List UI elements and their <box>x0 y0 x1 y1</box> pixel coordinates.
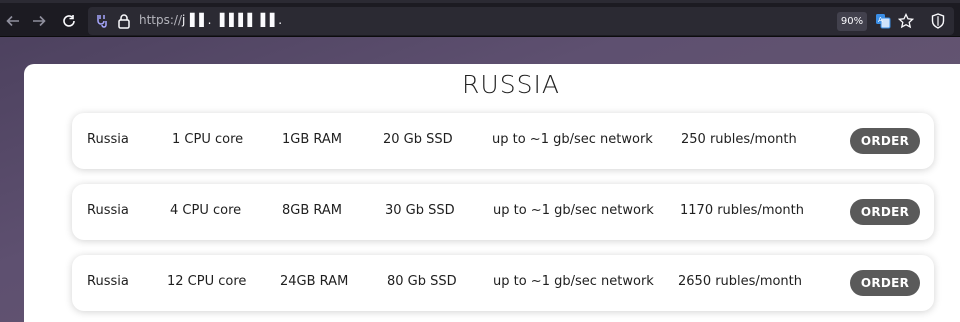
shield-button[interactable] <box>929 12 947 30</box>
arrow-left-icon <box>6 15 19 27</box>
url-host: j▐▐ . ▐▐▐▐ ▐▐ . <box>182 13 283 27</box>
plan-disk: 20 Gb SSD <box>383 132 453 147</box>
url-bar[interactable]: https://j▐▐ . ▐▐▐▐ ▐▐ . <box>88 7 954 35</box>
plan-disk: 80 Gb SSD <box>387 274 457 289</box>
forward-button[interactable] <box>26 8 52 34</box>
plan-ram: 24GB RAM <box>280 274 349 289</box>
plan-disk: 30 Gb SSD <box>385 203 455 218</box>
back-button[interactable] <box>0 8 26 34</box>
url-text[interactable]: https://j▐▐ . ▐▐▐▐ ▐▐ . <box>139 13 282 27</box>
plan-row: Russia 12 CPU core 24GB RAM 80 Gb SSD up… <box>72 255 934 311</box>
lock-icon <box>118 14 130 29</box>
zoom-badge[interactable]: 90% <box>837 12 867 31</box>
order-button[interactable]: ORDER <box>850 199 920 225</box>
translate-button[interactable]: A <box>874 12 892 30</box>
plan-row: Russia 4 CPU core 8GB RAM 30 Gb SSD up t… <box>72 184 934 240</box>
svg-text:A: A <box>878 16 883 24</box>
plan-cpu: 1 CPU core <box>172 132 244 147</box>
plan-ram: 1GB RAM <box>282 132 343 147</box>
toolbar-divider <box>0 36 960 37</box>
plan-price: 1170 rubles/month <box>680 203 805 218</box>
permissions-button[interactable] <box>92 11 112 31</box>
lock-button[interactable] <box>114 11 134 31</box>
order-button[interactable]: ORDER <box>850 270 920 296</box>
reload-icon <box>63 15 75 27</box>
reload-button[interactable] <box>56 8 82 34</box>
plan-price: 250 rubles/month <box>681 132 797 147</box>
plan-cpu: 12 CPU core <box>167 274 247 289</box>
plan-cpu: 4 CPU core <box>170 203 242 218</box>
plan-ram: 8GB RAM <box>282 203 343 218</box>
arrow-right-icon <box>33 15 46 27</box>
plan-country: Russia <box>87 274 129 289</box>
shield-icon <box>931 13 945 29</box>
plan-network: up to ~1 gb/sec network <box>493 203 654 218</box>
bookmark-button[interactable] <box>897 12 915 30</box>
star-icon <box>898 13 914 29</box>
plan-row: Russia 1 CPU core 1GB RAM 20 Gb SSD up t… <box>72 113 934 169</box>
order-button[interactable]: ORDER <box>850 128 920 154</box>
plan-country: Russia <box>87 203 129 218</box>
plan-country: Russia <box>87 132 129 147</box>
plan-network: up to ~1 gb/sec network <box>492 132 653 147</box>
plan-network: up to ~1 gb/sec network <box>493 274 654 289</box>
page-title: RUSSIA <box>462 70 560 99</box>
translate-icon: A <box>876 14 891 29</box>
browser-toolbar: https://j▐▐ . ▐▐▐▐ ▐▐ . 90% A <box>0 0 960 36</box>
permissions-icon <box>97 15 107 28</box>
url-scheme: https:// <box>139 13 183 27</box>
plan-price: 2650 rubles/month <box>678 274 803 289</box>
